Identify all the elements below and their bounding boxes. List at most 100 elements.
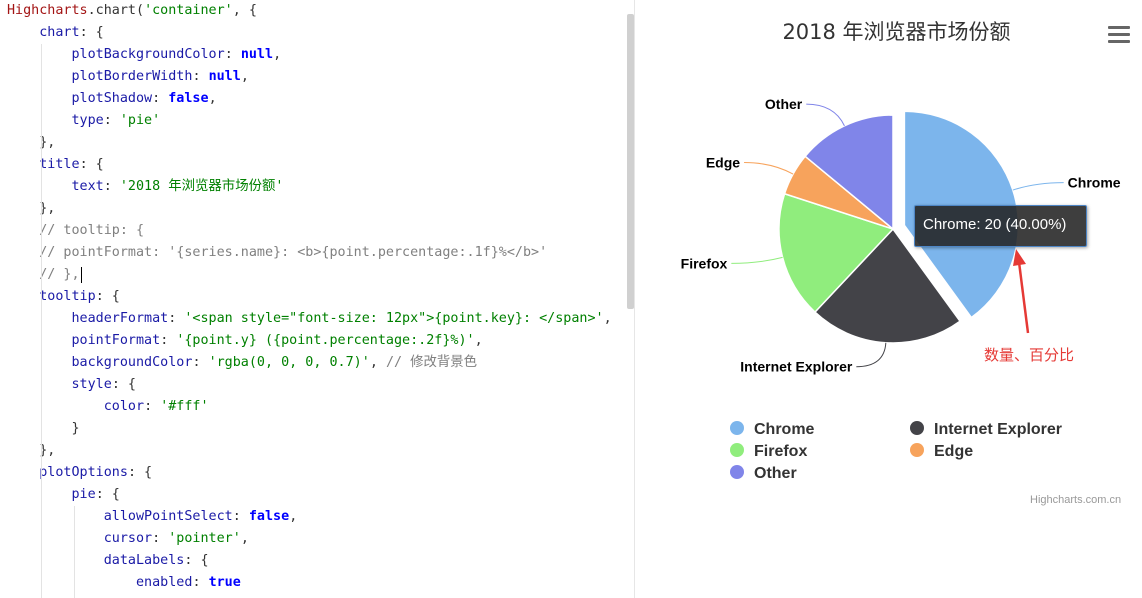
code-token: enabled: [136, 575, 193, 590]
code-token: :: [192, 355, 209, 370]
code-line[interactable]: headerFormat: '<span style="font-size: 1…: [7, 308, 612, 330]
code-token: : {: [95, 289, 120, 304]
annotation-label: 数量、百分比: [984, 346, 1075, 364]
code-token: : {: [79, 25, 104, 40]
code-token: }: [7, 421, 80, 436]
legend-item-firefox[interactable]: Firefox: [730, 443, 807, 460]
text-caret: [81, 267, 82, 283]
code-line[interactable]: pie: {: [7, 484, 120, 506]
code-line[interactable]: allowPointSelect: false,: [7, 506, 298, 528]
legend-item-edge[interactable]: Edge: [910, 443, 973, 460]
code-line[interactable]: // tooltip: {: [7, 220, 144, 242]
annotation-arrow: [1013, 249, 1030, 334]
code-token: tooltip: [39, 289, 96, 304]
code-token: '#fff': [160, 399, 209, 414]
code-token: Highcharts: [7, 3, 88, 18]
data-label-connector: [1012, 182, 1064, 191]
code-token: ,: [208, 91, 217, 106]
legend-label: Chrome: [754, 421, 815, 438]
legend-item-other[interactable]: Other: [730, 465, 797, 482]
code-token: :: [103, 113, 120, 128]
data-label-connector: [744, 162, 794, 175]
code-line[interactable]: }: [7, 418, 80, 440]
code-token: '{point.y} ({point.percentage:.2f}%)': [176, 333, 475, 348]
code-line[interactable]: // },: [7, 264, 79, 286]
indent-guide: [41, 44, 42, 598]
code-token: :: [192, 575, 209, 590]
code-token: cursor: [103, 531, 153, 546]
legend-item-chrome[interactable]: Chrome: [730, 421, 815, 438]
code-line[interactable]: text: '2018 年浏览器市场份额': [7, 176, 284, 198]
legend-label: Edge: [934, 443, 973, 460]
data-label-connector: [731, 256, 783, 264]
code-line[interactable]: },: [7, 132, 55, 154]
code-token: false: [248, 509, 290, 524]
code-token: ,: [603, 311, 612, 326]
code-line[interactable]: plotBackgroundColor: null,: [7, 44, 282, 66]
code-line[interactable]: plotBorderWidth: null,: [7, 66, 249, 88]
code-line[interactable]: backgroundColor: 'rgba(0, 0, 0, 0.7)', /…: [7, 352, 478, 374]
code-token: : {: [127, 465, 153, 480]
code-line[interactable]: cursor: 'pointer',: [7, 528, 249, 550]
code-token: 'rgba(0, 0, 0, 0.7)': [208, 355, 370, 370]
legend-symbol: [910, 421, 924, 435]
code-line[interactable]: color: '#fff': [7, 396, 209, 418]
editor-scrollbar[interactable]: [627, 14, 634, 309]
pie-chart: ChromeInternet ExplorerFirefoxEdgeOther …: [681, 96, 1121, 482]
code-token: ,: [369, 355, 386, 370]
code-token: false: [168, 91, 209, 106]
code-line[interactable]: dataLabels: {: [7, 550, 209, 572]
code-token: null: [208, 69, 241, 84]
code-token: ,: [474, 333, 483, 348]
code-editor[interactable]: Highcharts.chart('container', { chart: {…: [0, 0, 635, 598]
code-line[interactable]: style: {: [7, 374, 137, 396]
code-line[interactable]: title: {: [7, 154, 104, 176]
credits-link[interactable]: Highcharts.com.cn: [1030, 494, 1121, 506]
code-token: :: [160, 333, 177, 348]
code-line[interactable]: chart: {: [7, 22, 104, 44]
code-line[interactable]: pointFormat: '{point.y} ({point.percenta…: [7, 330, 483, 352]
code-token: backgroundColor: [71, 355, 193, 370]
code-token: type: [71, 113, 104, 128]
code-token: text: [71, 179, 104, 194]
code-line[interactable]: Highcharts.chart('container', {: [7, 0, 257, 22]
code-token: : {: [111, 377, 136, 392]
code-token: plotBorderWidth: [71, 69, 193, 84]
code-line[interactable]: tooltip: {: [7, 286, 120, 308]
chart-tooltip: Chrome: 20 (40.00%): [914, 205, 1087, 247]
code-line[interactable]: enabled: true: [7, 572, 241, 594]
code-token: },: [7, 135, 56, 150]
data-label: Chrome: [1068, 175, 1121, 191]
code-token: : {: [95, 487, 120, 502]
code-token: '<span style="font-size: 12px">{point.ke…: [184, 311, 604, 326]
data-label: Firefox: [681, 255, 728, 271]
code-token: pointFormat: [71, 333, 161, 348]
indent-guide: [74, 506, 75, 598]
code-line[interactable]: plotShadow: false,: [7, 88, 217, 110]
code-token: pie: [71, 487, 96, 502]
code-token: 'pointer': [168, 531, 241, 546]
code-line[interactable]: // pointFormat: '{series.name}: <b>{poin…: [7, 242, 547, 264]
code-line[interactable]: plotOptions: {: [7, 462, 152, 484]
code-line[interactable]: },: [7, 198, 55, 220]
code-token: :: [224, 47, 241, 62]
code-token: // pointFormat: '{series.name}: <b>{poin…: [39, 245, 548, 260]
legend-item-internet-explorer[interactable]: Internet Explorer: [910, 421, 1062, 438]
code-token: ,: [289, 509, 298, 524]
code-line[interactable]: },: [7, 440, 55, 462]
code-token: , {: [232, 3, 257, 18]
code-line[interactable]: type: 'pie': [7, 110, 161, 132]
code-token: 'pie': [119, 113, 161, 128]
